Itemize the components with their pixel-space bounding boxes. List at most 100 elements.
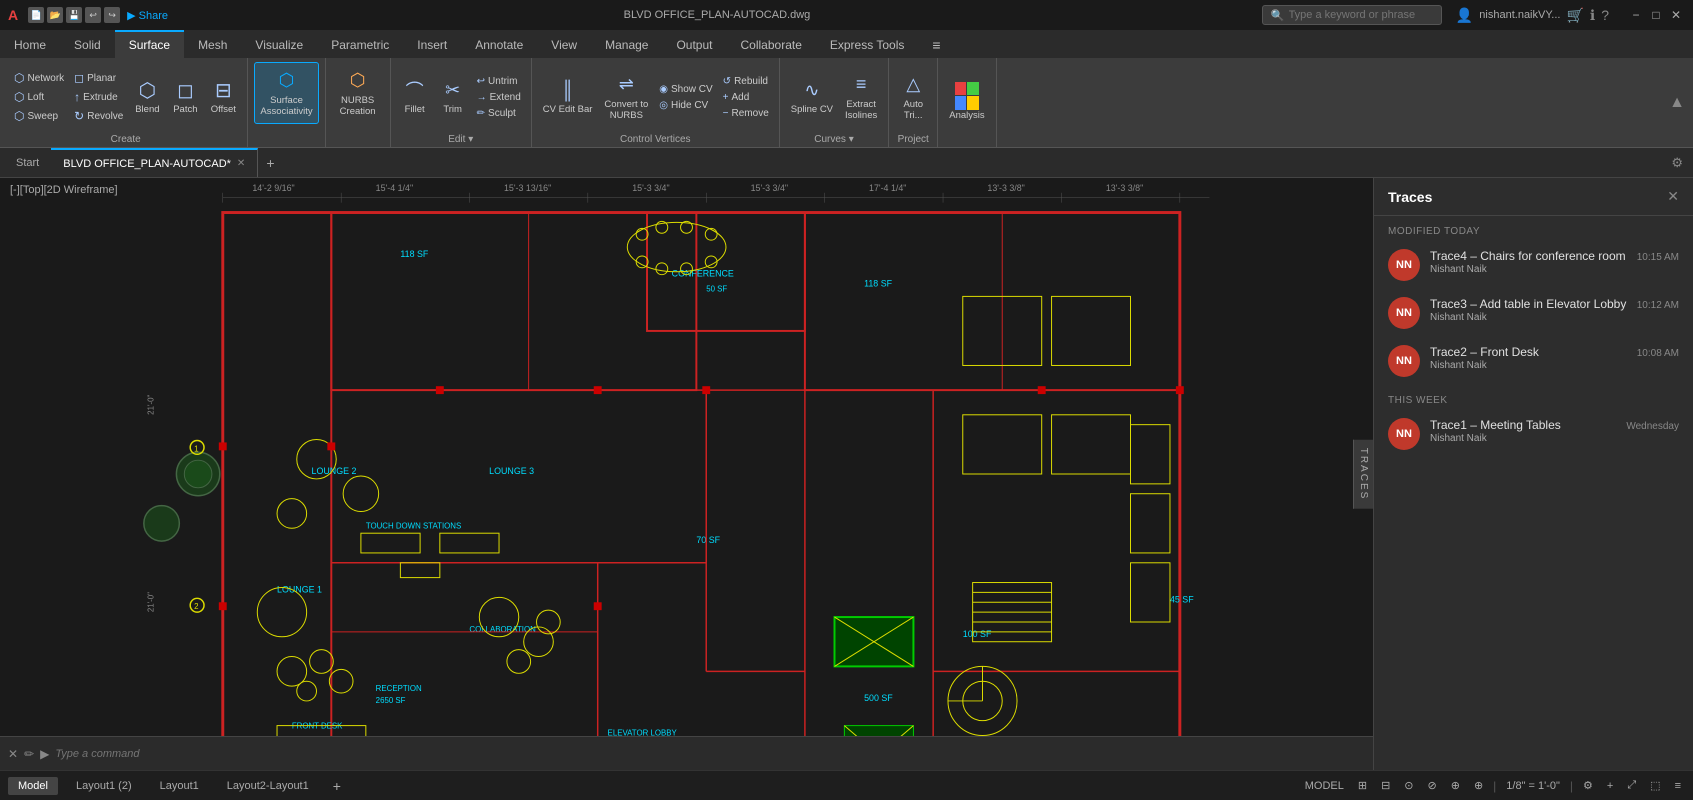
traces-side-label[interactable]: TRACES	[1353, 440, 1373, 509]
tab-insert[interactable]: Insert	[403, 30, 461, 58]
btn-surface-associativity[interactable]: ⬡ SurfaceAssociativity	[254, 62, 318, 124]
btn-untrim[interactable]: ↩ Untrim	[473, 74, 525, 89]
status-icons-more[interactable]: ⊕	[1470, 777, 1487, 794]
tab-view[interactable]: View	[537, 30, 591, 58]
layout-layout1[interactable]: Layout1	[150, 777, 209, 795]
annotation-scale[interactable]: 1/8" = 1'-0"	[1502, 778, 1564, 794]
btn-extract-isolines[interactable]: ≡ ExtractIsolines	[840, 70, 882, 125]
btn-spline-cv[interactable]: ∿ Spline CV	[786, 75, 838, 118]
save-icon[interactable]: 💾	[66, 7, 82, 23]
snap-toggle[interactable]: ⊟	[1377, 777, 1394, 794]
traces-close-btn[interactable]: ✕	[1667, 188, 1679, 205]
svg-text:LOUNGE 1: LOUNGE 1	[277, 584, 322, 594]
btn-network[interactable]: ⬡ Network	[10, 69, 68, 87]
tab-home[interactable]: Home	[0, 30, 60, 58]
layout-layout2[interactable]: Layout2-Layout1	[217, 777, 319, 795]
trace-item-3[interactable]: NN Trace3 – Add table in Elevator Lobby …	[1374, 289, 1693, 337]
btn-blend[interactable]: ⬡ Blend	[129, 75, 165, 118]
btn-show-cv[interactable]: ◉ Show CV	[655, 82, 716, 97]
tab-surface[interactable]: Surface	[115, 30, 184, 58]
cart-icon[interactable]: 🛒	[1566, 7, 1583, 24]
clean-screen-btn[interactable]: ⤢	[1623, 777, 1640, 794]
tab-visualize[interactable]: Visualize	[241, 30, 317, 58]
btn-trim[interactable]: ✂ Trim	[435, 75, 471, 118]
workspace-btn[interactable]: +	[1603, 778, 1617, 794]
trace-item-2[interactable]: NN Trace2 – Front Desk Nishant Naik 10:0…	[1374, 337, 1693, 385]
btn-revolve[interactable]: ↻ Revolve	[70, 107, 127, 125]
ribbon-collapse[interactable]: ▲	[1665, 58, 1689, 147]
btn-extrude[interactable]: ↑ Extrude	[70, 88, 127, 106]
drawing-area[interactable]: [-][Top][2D Wireframe] 14'-2 9/	[0, 178, 1373, 770]
btn-hide-cv[interactable]: ◎ Hide CV	[655, 98, 716, 113]
add-tab-btn[interactable]: +	[258, 151, 282, 175]
edit-buttons: ⌒ Fillet ✂ Trim ↩ Untrim → Extend	[397, 62, 525, 132]
btn-nurbs-creation[interactable]: ⬡ NURBSCreation	[332, 62, 384, 124]
close-btn[interactable]: ✕	[1667, 6, 1685, 24]
btn-remove-cv[interactable]: − Remove	[719, 106, 773, 121]
tab-annotate[interactable]: Annotate	[461, 30, 537, 58]
cmd-icon-x[interactable]: ✕	[8, 747, 18, 761]
floorplan-svg[interactable]: 14'-2 9/16" 15'-4 1/4" 15'-3 13/16" 15'-…	[0, 178, 1373, 770]
tab-more[interactable]: ≡	[918, 30, 954, 58]
open-icon[interactable]: 📂	[47, 7, 63, 23]
search-input[interactable]	[1289, 9, 1433, 21]
command-input[interactable]	[55, 748, 1365, 760]
btn-extend[interactable]: → Extend	[473, 90, 525, 105]
grid-toggle[interactable]: ⊞	[1354, 777, 1371, 794]
redo-icon[interactable]: ↪	[104, 7, 120, 23]
tab-active-document[interactable]: BLVD OFFICE_PLAN-AUTOCAD* ✕	[51, 148, 258, 177]
cmd-icon-pencil[interactable]: ✏	[24, 747, 34, 761]
nav-bar-btn[interactable]: ≡	[1671, 778, 1685, 794]
btn-sculpt[interactable]: ✏ Sculpt	[473, 106, 525, 121]
undo-icon[interactable]: ↩	[85, 7, 101, 23]
tabs-settings-icon[interactable]: ⚙	[1665, 155, 1689, 171]
btn-sweep[interactable]: ⬡ Sweep	[10, 107, 68, 125]
tab-mesh[interactable]: Mesh	[184, 30, 241, 58]
btn-offset[interactable]: ⊟ Offset	[205, 75, 241, 118]
new-icon[interactable]: 📄	[28, 7, 44, 23]
settings-btn[interactable]: ⚙	[1579, 777, 1597, 794]
tab-start[interactable]: Start	[4, 153, 51, 173]
btn-analysis[interactable]: Analysis	[944, 81, 989, 124]
tab-close-icon[interactable]: ✕	[237, 158, 245, 169]
trace-item-4[interactable]: NN Trace4 – Chairs for conference room N…	[1374, 241, 1693, 289]
btn-fillet[interactable]: ⌒ Fillet	[397, 75, 433, 118]
project-buttons: △ AutoTri...	[895, 62, 931, 132]
btn-auto-tri[interactable]: △ AutoTri...	[895, 70, 931, 125]
btn-loft[interactable]: ⬡ Loft	[10, 88, 68, 106]
maximize-btn[interactable]: □	[1647, 6, 1665, 24]
svg-text:13'-3 3/8": 13'-3 3/8"	[1106, 183, 1143, 193]
btn-add-cv[interactable]: + Add	[719, 90, 773, 105]
model-space-btn[interactable]: MODEL	[1301, 778, 1348, 794]
tab-manage[interactable]: Manage	[591, 30, 662, 58]
analysis-icon	[955, 84, 979, 108]
tab-express[interactable]: Express Tools	[816, 30, 918, 58]
osnap-toggle[interactable]: ⊕	[1447, 777, 1464, 794]
info-icon[interactable]: ℹ	[1590, 7, 1595, 24]
minimize-btn[interactable]: −	[1627, 6, 1645, 24]
layout-layout1-2[interactable]: Layout1 (2)	[66, 777, 142, 795]
layout-model[interactable]: Model	[8, 777, 58, 795]
help-icon[interactable]: ?	[1601, 7, 1609, 23]
btn-planar[interactable]: ◻ Planar	[70, 69, 127, 87]
tab-solid[interactable]: Solid	[60, 30, 115, 58]
share-icon[interactable]: ▶ Share	[123, 9, 172, 22]
viewport-btn[interactable]: ⬚	[1646, 777, 1664, 794]
search-box[interactable]: 🔍	[1262, 5, 1442, 25]
status-bar: Model Layout1 (2) Layout1 Layout2-Layout…	[0, 770, 1693, 800]
btn-convert-nurbs[interactable]: ⇌ Convert toNURBS	[599, 70, 653, 125]
tab-collaborate[interactable]: Collaborate	[727, 30, 816, 58]
btn-rebuild[interactable]: ↺ Rebuild	[719, 74, 773, 89]
btn-patch[interactable]: ◻ Patch	[167, 75, 203, 118]
tab-output[interactable]: Output	[662, 30, 726, 58]
ortho-toggle[interactable]: ⊙	[1400, 777, 1417, 794]
tab-parametric[interactable]: Parametric	[317, 30, 403, 58]
title-bar: A 📄 📂 💾 ↩ ↪ ▶ Share BLVD OFFICE_PLAN-AUT…	[0, 0, 1693, 30]
search-icon: 🔍	[1271, 9, 1285, 22]
document-title: BLVD OFFICE_PLAN-AUTOCAD.dwg	[178, 9, 1256, 21]
svg-text:COLLABORATION: COLLABORATION	[469, 625, 536, 634]
btn-cv-edit-bar[interactable]: ║ CV Edit Bar	[538, 75, 598, 118]
polar-toggle[interactable]: ⊘	[1424, 777, 1441, 794]
trace-item-1[interactable]: NN Trace1 – Meeting Tables Nishant Naik …	[1374, 410, 1693, 458]
add-layout-btn[interactable]: +	[327, 776, 347, 796]
